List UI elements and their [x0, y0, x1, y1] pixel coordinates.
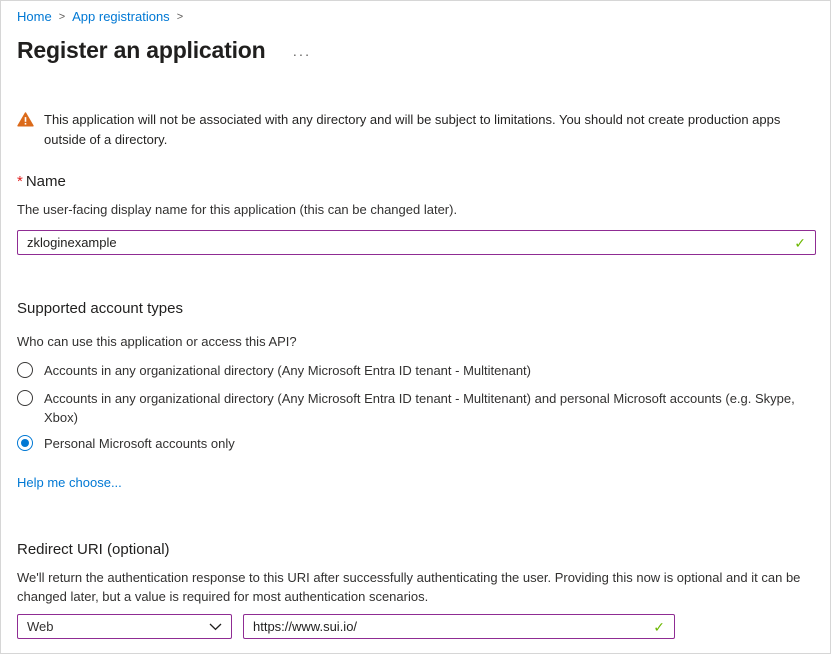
- redirect-uri-input-box: ✓: [243, 614, 675, 639]
- breadcrumb-home-link[interactable]: Home: [17, 9, 52, 24]
- chevron-down-icon: [209, 619, 222, 634]
- name-label: Name: [26, 173, 66, 190]
- breadcrumb-separator-icon: >: [59, 11, 65, 23]
- valid-checkmark-icon: ✓: [653, 620, 665, 634]
- breadcrumb-separator-icon: >: [177, 11, 183, 23]
- radio-unselected-icon[interactable]: [17, 390, 33, 406]
- warning-icon: [17, 112, 34, 150]
- platform-select-value: Web: [27, 619, 54, 634]
- account-types-question: Who can use this application or access t…: [17, 334, 814, 350]
- name-input[interactable]: [27, 231, 794, 254]
- radio-unselected-icon[interactable]: [17, 362, 33, 378]
- name-input-box: ✓: [17, 230, 816, 255]
- radio-option-multitenant[interactable]: Accounts in any organizational directory…: [17, 361, 814, 380]
- page-title: Register an application: [17, 35, 265, 65]
- platform-select[interactable]: Web: [17, 614, 232, 639]
- breadcrumb-app-registrations-link[interactable]: App registrations: [72, 9, 170, 24]
- radio-selected-icon[interactable]: [17, 435, 33, 451]
- radio-option-multitenant-personal[interactable]: Accounts in any organizational directory…: [17, 389, 814, 427]
- name-field-label: *Name: [17, 173, 814, 191]
- valid-checkmark-icon: ✓: [794, 236, 806, 250]
- redirect-uri-section: Redirect URI (optional) We'll return the…: [17, 540, 814, 639]
- account-types-heading: Supported account types: [17, 299, 814, 318]
- radio-option-label: Accounts in any organizational directory…: [44, 361, 531, 380]
- redirect-uri-input[interactable]: [253, 615, 653, 638]
- radio-option-personal-only[interactable]: Personal Microsoft accounts only: [17, 434, 814, 453]
- warning-banner: This application will not be associated …: [17, 110, 814, 150]
- warning-text: This application will not be associated …: [44, 110, 814, 150]
- name-description: The user-facing display name for this ap…: [17, 202, 814, 218]
- radio-option-label: Accounts in any organizational directory…: [44, 389, 812, 427]
- radio-option-label: Personal Microsoft accounts only: [44, 434, 235, 453]
- name-section: *Name The user-facing display name for t…: [17, 173, 814, 255]
- required-marker: *: [17, 173, 23, 190]
- title-row: Register an application ···: [17, 35, 814, 65]
- redirect-uri-description: We'll return the authentication response…: [17, 568, 814, 606]
- redirect-uri-row: Web ✓: [17, 614, 814, 639]
- help-me-choose-link[interactable]: Help me choose...: [17, 475, 122, 490]
- redirect-uri-heading: Redirect URI (optional): [17, 540, 814, 559]
- more-options-icon[interactable]: ···: [292, 46, 311, 62]
- register-application-page: Home > App registrations > Register an appl…: [0, 0, 831, 654]
- breadcrumb: Home > App registrations >: [17, 9, 814, 26]
- supported-account-types-section: Supported account types Who can use this…: [17, 299, 814, 492]
